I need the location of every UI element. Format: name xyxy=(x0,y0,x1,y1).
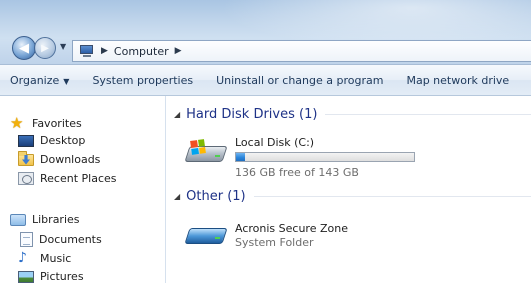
group-divider xyxy=(325,114,531,115)
sidebar-item-music[interactable]: ♪ Music xyxy=(18,251,71,265)
sidebar-item-documents[interactable]: Documents xyxy=(18,232,102,247)
sidebar-item-recent-places[interactable]: Recent Places xyxy=(18,172,117,185)
acronis-secure-zone-name[interactable]: Acronis Secure Zone xyxy=(235,222,348,235)
computer-icon xyxy=(79,44,95,58)
sidebar-label: Downloads xyxy=(40,153,101,166)
sidebar-label: Recent Places xyxy=(40,172,117,185)
forward-button[interactable]: ▶ xyxy=(34,37,56,59)
uninstall-program-button[interactable]: Uninstall or change a program xyxy=(216,74,383,87)
sidebar-label: Pictures xyxy=(40,270,84,283)
forward-arrow-icon: ▶ xyxy=(41,42,49,54)
acronis-drive-icon[interactable] xyxy=(184,220,229,250)
sidebar-item-desktop[interactable]: Desktop xyxy=(18,134,85,147)
recent-pages-dropdown[interactable]: ▼ xyxy=(60,42,66,51)
disk-capacity-bar xyxy=(235,152,415,162)
group-divider xyxy=(253,196,531,197)
command-bar: Organize ▼ System properties Uninstall or… xyxy=(0,64,531,96)
breadcrumb-computer[interactable]: Computer xyxy=(114,45,169,58)
back-arrow-icon: ◀ xyxy=(19,40,29,56)
breadcrumb-separator-icon[interactable]: ▶ xyxy=(175,46,182,56)
sidebar-item-favorites[interactable]: ★ Favorites xyxy=(10,114,82,132)
music-icon: ♪ xyxy=(18,250,27,266)
star-icon: ★ xyxy=(10,114,24,132)
desktop-icon xyxy=(18,134,34,147)
group-header-hard-disk-drives[interactable]: ◢ Hard Disk Drives (1) xyxy=(174,107,531,122)
sidebar-item-downloads[interactable]: Downloads xyxy=(18,150,101,166)
content-pane: ◢ Hard Disk Drives (1) Local Disk (C:) 1… xyxy=(167,96,531,283)
sidebar-label: Libraries xyxy=(32,213,80,226)
sidebar-item-pictures[interactable]: Pictures xyxy=(18,270,84,283)
chevron-down-icon: ▼ xyxy=(63,76,70,86)
back-button[interactable]: ◀ xyxy=(12,36,36,60)
local-disk-free-space: 136 GB free of 143 GB xyxy=(235,166,359,179)
documents-icon xyxy=(20,232,33,247)
disk-capacity-fill xyxy=(236,153,245,161)
pictures-icon xyxy=(18,270,34,283)
window-titlebar: ◀ ▶ ▼ ▶ Computer ▶ xyxy=(0,0,531,64)
local-disk-name[interactable]: Local Disk (C:) xyxy=(235,136,314,149)
sidebar-item-libraries[interactable]: Libraries xyxy=(10,213,80,226)
navigation-pane: ★ Favorites Desktop Downloads Recent Pla… xyxy=(0,96,166,283)
group-header-label: Other (1) xyxy=(186,189,246,204)
local-disk-drive-icon[interactable] xyxy=(184,138,229,168)
address-bar[interactable]: ▶ Computer ▶ xyxy=(72,40,531,62)
libraries-icon xyxy=(10,213,26,226)
sidebar-label: Music xyxy=(40,251,72,265)
group-header-label: Hard Disk Drives (1) xyxy=(186,107,318,122)
downloads-folder-icon xyxy=(18,150,34,166)
sidebar-label: Desktop xyxy=(40,134,86,147)
sidebar-label: Documents xyxy=(39,233,102,246)
breadcrumb-separator-icon[interactable]: ▶ xyxy=(101,46,108,56)
group-header-other[interactable]: ◢ Other (1) xyxy=(174,189,531,204)
organize-button[interactable]: Organize ▼ xyxy=(10,74,69,87)
sidebar-label: Favorites xyxy=(32,116,82,130)
recent-places-icon xyxy=(18,172,34,185)
acronis-item-type: System Folder xyxy=(235,236,314,249)
organize-label: Organize xyxy=(10,73,60,87)
collapse-triangle-icon[interactable]: ◢ xyxy=(174,192,180,201)
collapse-triangle-icon[interactable]: ◢ xyxy=(174,110,180,119)
system-properties-button[interactable]: System properties xyxy=(92,74,193,87)
map-network-drive-button[interactable]: Map network drive xyxy=(406,74,509,87)
